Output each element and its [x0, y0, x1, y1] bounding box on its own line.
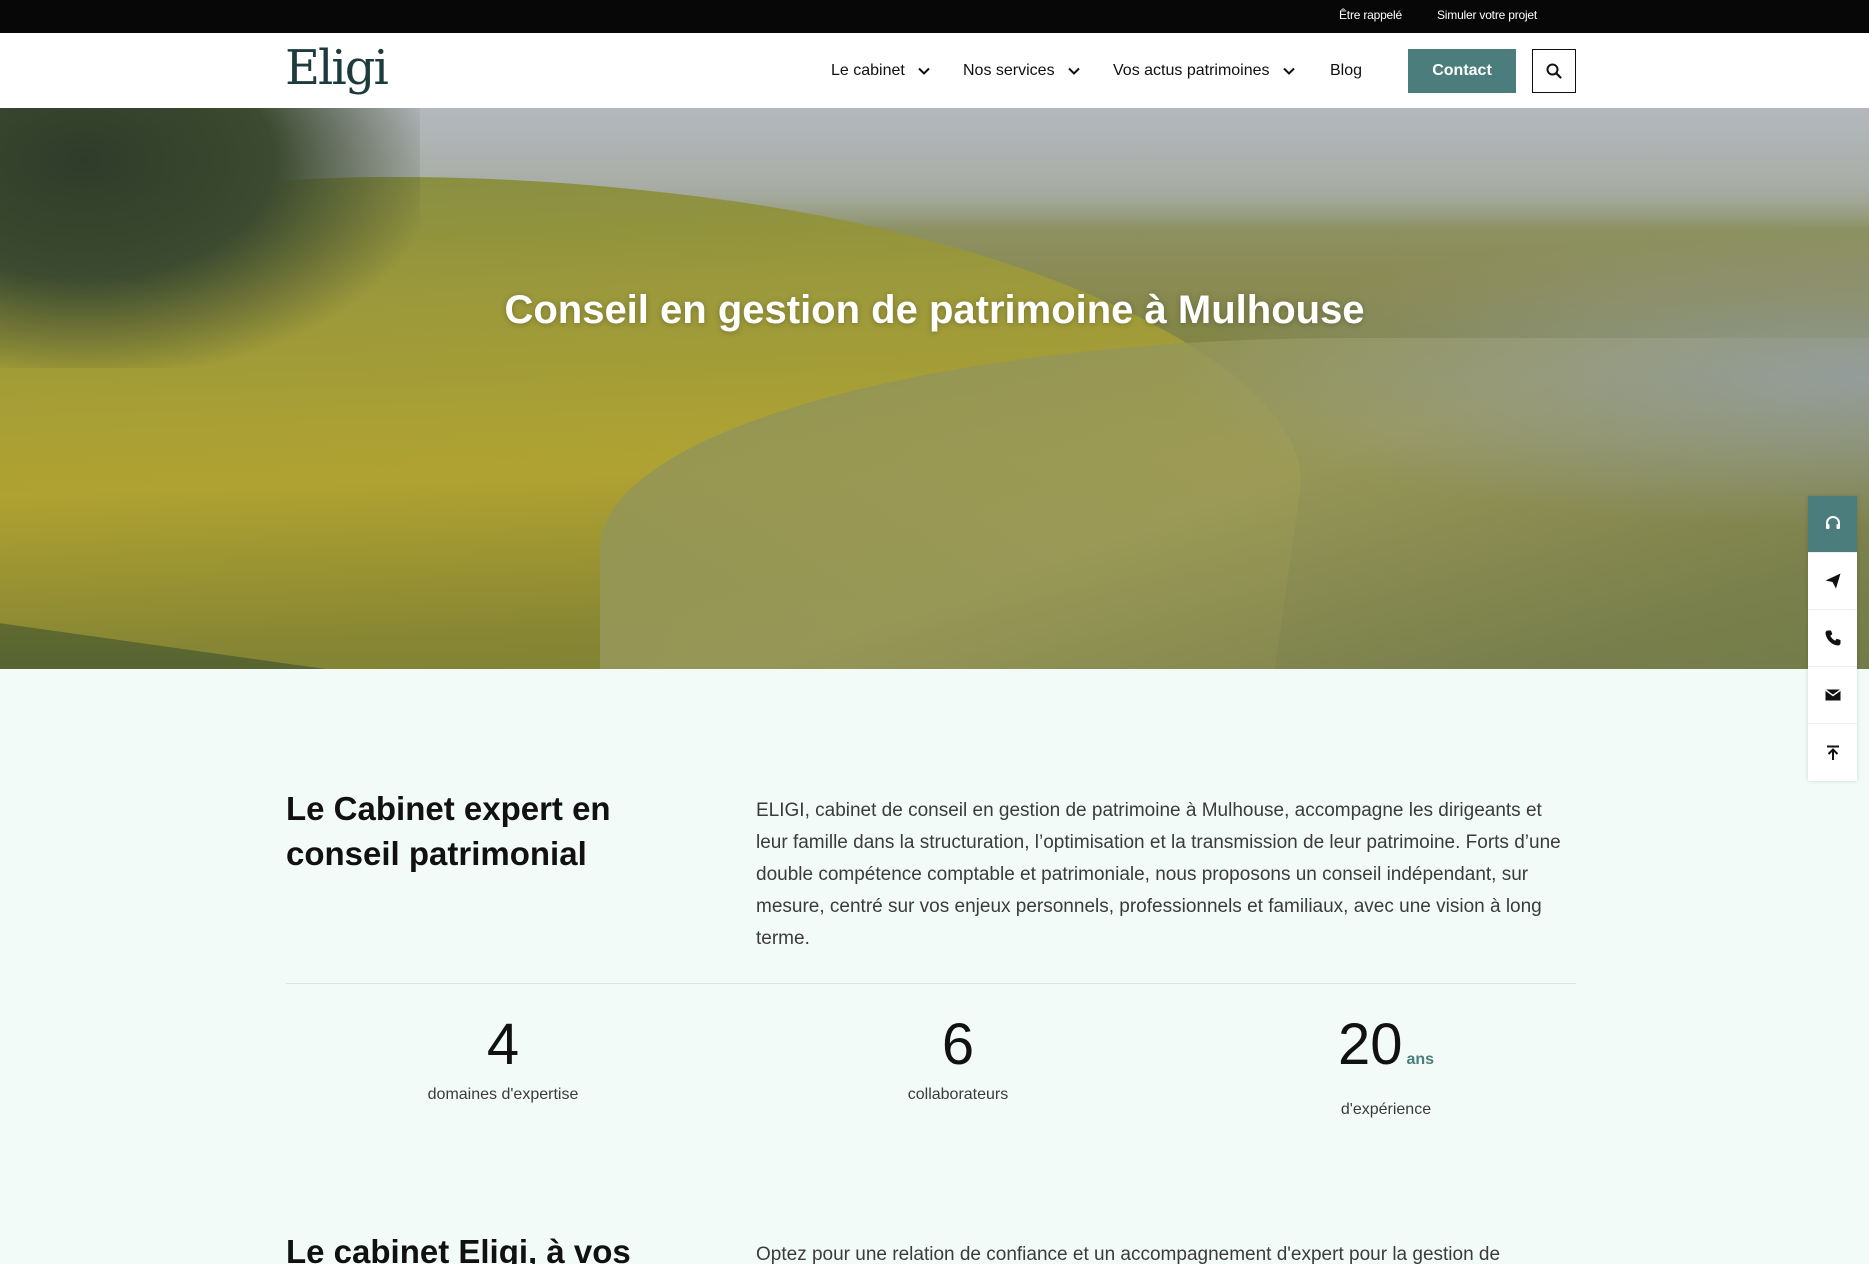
envelope-icon — [1824, 689, 1841, 701]
stat-years-experience: 20 ans d'expérience — [1286, 1010, 1486, 1119]
phone-icon — [1825, 630, 1840, 646]
chevron-down-icon — [1282, 67, 1295, 75]
stat-label: collaborateurs — [907, 1086, 1009, 1103]
nav-item-nos-services[interactable]: Nos services — [963, 33, 1081, 108]
about-heading: Le Cabinet expert en conseil patrimonial — [286, 790, 611, 872]
hero-haze — [1169, 228, 1869, 528]
floating-action-bar — [1808, 496, 1857, 781]
nav-item-label: Vos actus patrimoines — [1113, 61, 1270, 79]
contact-button[interactable]: Contact — [1408, 49, 1516, 93]
nav-item-blog[interactable]: Blog — [1330, 33, 1362, 108]
logo[interactable]: Eligi — [285, 41, 389, 95]
nav-item-vos-actus-patrimoines[interactable]: Vos actus patrimoines — [1113, 33, 1296, 108]
stat-label: domaines d'expertise — [427, 1086, 579, 1103]
search-button[interactable] — [1532, 49, 1576, 93]
section-divider — [286, 983, 1576, 984]
phone-side-button[interactable] — [1808, 610, 1857, 667]
nav-item-label: Le cabinet — [831, 61, 905, 79]
section2-paragraph: Optez pour une relation de confiance et … — [756, 1244, 1501, 1264]
stat-label: d'expérience — [1340, 1101, 1432, 1118]
email-side-button[interactable] — [1808, 667, 1857, 724]
stat-unit: ans — [1406, 1051, 1435, 1068]
stat-value: 6 — [941, 1012, 975, 1077]
stat-collaborators: 6 collaborateurs — [858, 1010, 1058, 1104]
about-paragraph: ELIGI, cabinet de conseil en gestion de … — [756, 800, 1561, 949]
stat-expertise-domains: 4 domaines d'expertise — [403, 1010, 603, 1104]
nav-item-label: Blog — [1330, 61, 1363, 79]
paper-plane-icon — [1825, 573, 1840, 589]
callback-side-button[interactable] — [1808, 496, 1857, 553]
stat-value: 20 ans — [1337, 1012, 1435, 1077]
nav-item-le-cabinet[interactable]: Le cabinet — [831, 33, 931, 108]
back-to-top-side-button[interactable] — [1808, 724, 1857, 781]
stat-value: 4 — [486, 1012, 520, 1077]
search-icon — [1546, 63, 1562, 79]
nav-item-label: Nos services — [963, 61, 1055, 79]
callback-link[interactable]: Être rappelé — [1339, 0, 1402, 33]
simulate-project-link[interactable]: Simuler votre projet — [1437, 0, 1537, 33]
arrow-up-to-top-icon — [1826, 745, 1839, 760]
hero-banner: Conseil en gestion de patrimoine à Mulho… — [0, 108, 1869, 669]
headset-icon — [1825, 516, 1840, 529]
site-header: Eligi Le cabinet Nos services Vos actus … — [0, 33, 1869, 108]
chevron-down-icon — [1067, 67, 1080, 75]
section2-heading: Le cabinet Eligi, à vos — [286, 1233, 631, 1264]
top-bar: Être rappelé Simuler votre projet — [0, 0, 1869, 33]
hero-title: Conseil en gestion de patrimoine à Mulho… — [504, 288, 1365, 332]
chevron-down-icon — [918, 67, 930, 75]
send-message-side-button[interactable] — [1808, 553, 1857, 610]
